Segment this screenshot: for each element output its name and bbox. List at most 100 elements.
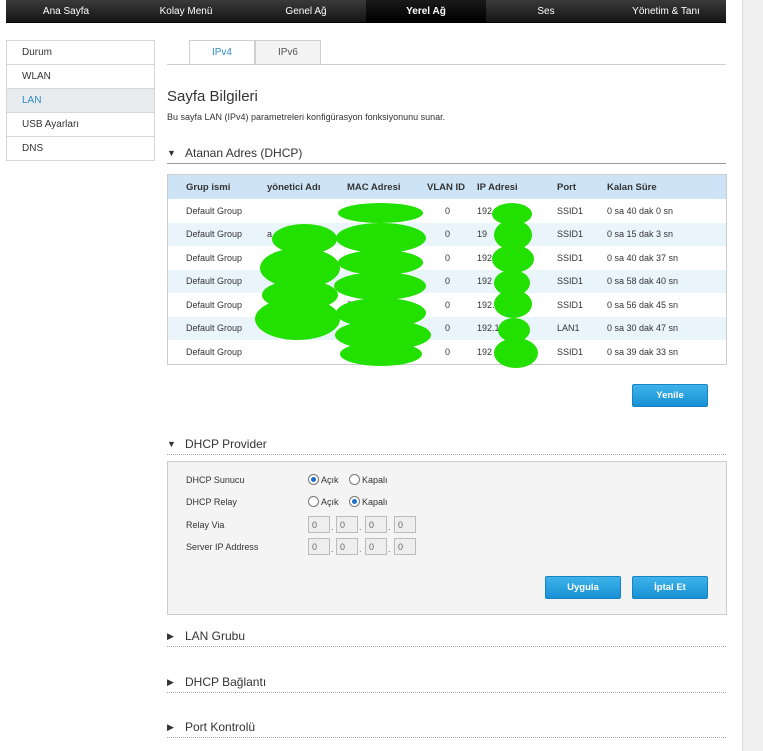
nav-kolay-menu[interactable]: Kolay Menü [126,0,246,22]
server-ip-octet-2[interactable]: 0 [336,538,358,555]
relay-via-octet-1[interactable]: 0 [308,516,330,533]
sidebar: Durum WLAN LAN USB Ayarları DNS [6,40,155,161]
radio-label: Açık [321,497,339,507]
col-group: Grup ismi [186,181,231,193]
tab-ipv6[interactable]: IPv6 [255,40,321,65]
cell-lease: 0 sa 15 dak 3 sn [607,229,674,240]
section-title: LAN Grubu [185,629,246,643]
dhcp-client-table: Grup ismi yönetici Adı MAC Adresi VLAN I… [167,174,727,365]
cell-group: Default Group [186,299,243,310]
cell-ip: 192.1 [477,323,500,334]
cell-vlan: 0 [445,323,451,334]
table-header: Grup ismi yönetici Adı MAC Adresi VLAN I… [168,175,726,199]
page-title: Sayfa Bilgileri [167,88,258,105]
section-lan-group[interactable]: ▶ LAN Grubu [167,626,726,647]
sidebar-item-usb[interactable]: USB Ayarları [7,113,154,137]
cell-lease: 0 sa 56 dak 45 sn [607,299,679,310]
nav-genel-ag[interactable]: Genel Ağ [246,0,366,22]
cell-port: SSID1 [557,205,584,216]
cell-vlan: 0 [445,346,451,357]
dhcp-provider-panel: DHCP Sunucu Açık Kapalı DHCP Relay Açık … [167,461,727,615]
server-ip-octet-3[interactable]: 0 [365,538,387,555]
nav-ses[interactable]: Ses [486,0,606,22]
table-row: Default Group 0 192 SSID1 0 sa 40 dak 37 sn [168,246,726,270]
cell-vlan: 0 [445,276,451,287]
dhcp-relay-off-radio[interactable] [349,496,360,507]
section-port-control[interactable]: ▶ Port Kontrolü [167,717,726,738]
expand-arrow-icon: ▶ [167,676,174,687]
section-dhcp-assigned[interactable]: ▼ Atanan Adres (DHCP) [167,143,726,164]
cell-ip: 192 [477,276,493,287]
section-dhcp-provider[interactable]: ▼ DHCP Provider [167,434,726,455]
redaction-mark [336,223,426,253]
dhcp-relay-label: DHCP Relay [186,497,237,507]
cell-vlan: 0 [445,205,451,216]
ip-dot: . [388,522,391,532]
apply-button[interactable]: Uygula [545,576,621,599]
radio-label: Kapalı [362,497,388,507]
table-row: Default Group 0 192 SSID1 0 sa 40 dak 0 sn [168,199,726,223]
dhcp-server-off-radio[interactable] [349,474,360,485]
ip-dot: . [331,522,334,532]
server-ip-octet-1[interactable]: 0 [308,538,330,555]
sidebar-item-lan[interactable]: LAN [7,89,154,113]
cell-ip: 192 [477,346,493,357]
cell-port: SSID1 [557,346,584,357]
col-ip: IP Adresi [477,181,518,193]
col-lease: Kalan Süre [607,181,657,193]
sidebar-item-wlan[interactable]: WLAN [7,65,154,89]
section-title: DHCP Bağlantı [185,675,267,689]
table-row: Default Group20192SSID10 sa 39 dak 33 sn [168,340,726,364]
dhcp-server-on-radio[interactable] [308,474,319,485]
redaction-mark [494,338,538,368]
section-dhcp-binding[interactable]: ▶ DHCP Bağlantı [167,672,726,693]
collapse-arrow-icon: ▼ [167,439,176,449]
ip-dot: . [388,544,391,554]
tab-divider [167,64,726,65]
cell-port: SSID1 [557,299,584,310]
cell-group: Default Group [186,252,243,263]
page-scrollbar[interactable] [742,0,763,751]
page-description: Bu sayfa LAN (IPv4) parametreleri konfig… [167,112,446,122]
redaction-mark [340,342,422,366]
relay-via-octet-2[interactable]: 0 [336,516,358,533]
relay-via-octet-3[interactable]: 0 [365,516,387,533]
sidebar-item-durum[interactable]: Durum [7,41,154,65]
cell-port: SSID1 [557,229,584,240]
dhcp-server-label: DHCP Sunucu [186,475,245,485]
cell-ip: 192 [477,252,493,263]
tab-bar: IPv4 IPv6 [189,40,321,65]
cell-group: Default Group [186,346,243,357]
col-host: yönetici Adı [267,181,321,193]
nav-yerel-ag[interactable]: Yerel Ağ [366,0,486,22]
relay-via-octet-4[interactable]: 0 [394,516,416,533]
top-nav: Ana Sayfa Kolay Menü Genel Ağ Yerel Ağ S… [6,0,726,23]
table-row: Default Groupc0192.1LAN10 sa 30 dak 47 s… [168,316,726,340]
redaction-mark [494,290,532,318]
sidebar-item-dns[interactable]: DNS [7,137,154,160]
section-title: Atanan Adres (DHCP) [185,146,303,160]
server-ip-octet-4[interactable]: 0 [394,538,416,555]
nav-yonetim-tani[interactable]: Yönetim & Tanı [606,0,726,22]
section-title: Port Kontrolü [185,720,256,734]
tab-ipv4[interactable]: IPv4 [189,40,255,65]
cell-lease: 0 sa 40 dak 0 sn [607,205,674,216]
cell-group: Default Group [186,229,243,240]
redaction-mark [338,203,423,223]
cancel-button[interactable]: İptal Et [632,576,708,599]
nav-ana-sayfa[interactable]: Ana Sayfa [6,0,126,22]
cell-port: LAN1 [557,323,580,334]
ip-dot: . [359,522,362,532]
table-row: Default Group 0 192 SSID1 0 sa 58 dak 40 sn [168,269,726,293]
cell-port: SSID1 [557,252,584,263]
cell-lease: 0 sa 30 dak 47 sn [607,323,679,334]
ip-dot: . [359,544,362,554]
table-body: Default Group 0 192 SSID1 0 sa 40 dak 0 sn De… [168,199,726,364]
refresh-button[interactable]: Yenile [632,384,708,407]
cell-group: Default Group [186,323,243,334]
cell-ip: 192 [477,205,493,216]
dhcp-relay-on-radio[interactable] [308,496,319,507]
ip-dot: . [331,544,334,554]
radio-label: Kapalı [362,475,388,485]
cell-lease: 0 sa 40 dak 37 sn [607,252,679,263]
